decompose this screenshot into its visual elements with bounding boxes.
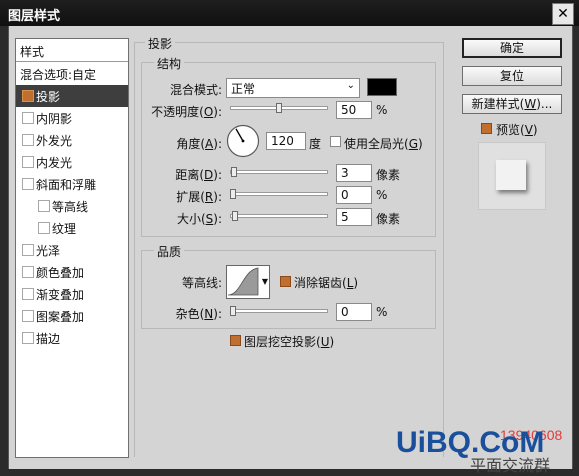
opacity-input[interactable]: 50 [336, 101, 372, 119]
noise-slider-track[interactable] [230, 309, 328, 313]
size-unit: 像素 [376, 212, 401, 226]
style-item-label: 光泽 [36, 244, 61, 258]
opacity-label: 不透明度(O): [151, 105, 222, 119]
styles-panel-header[interactable]: 样式 [16, 39, 128, 62]
chevron-down-icon: ⌄ [346, 80, 355, 91]
style-item[interactable]: 描边 [16, 327, 128, 349]
style-item-checkbox[interactable] [22, 112, 34, 124]
style-item-label: 混合选项:自定 [20, 68, 97, 82]
style-item-label: 颜色叠加 [36, 266, 85, 280]
angle-input[interactable]: 120 [266, 132, 306, 150]
noise-input[interactable]: 0 [336, 303, 372, 321]
spread-label: 扩展(R): [176, 190, 222, 204]
style-item[interactable]: 光泽 [16, 239, 128, 261]
knockout-label: 图层挖空投影(U) [244, 335, 335, 349]
noise-slider-thumb[interactable] [230, 306, 236, 316]
style-item-checkbox[interactable] [22, 288, 34, 300]
spread-unit: % [376, 188, 388, 202]
reset-button[interactable]: 复位 [462, 66, 562, 86]
shadow-color-swatch[interactable] [367, 78, 397, 96]
anti-alias-checkbox[interactable] [280, 276, 291, 287]
drop-shadow-title: 投影 [145, 35, 176, 52]
new-style-button[interactable]: 新建样式(W)... [462, 94, 562, 114]
style-item-label: 图案叠加 [36, 310, 85, 324]
size-slider-thumb[interactable] [231, 211, 238, 221]
spread-input[interactable]: 0 [336, 186, 372, 204]
blend-mode-label: 混合模式: [169, 83, 222, 97]
style-item-checkbox[interactable] [22, 310, 34, 322]
title-bar: 图层样式 ✕ [0, 0, 579, 26]
knockout-checkbox[interactable] [230, 335, 241, 346]
structure-title: 结构 [154, 55, 185, 72]
contour-label: 等高线: [181, 276, 222, 290]
close-button[interactable]: ✕ [552, 3, 574, 25]
distance-unit: 像素 [376, 168, 401, 182]
noise-label: 杂色(N): [175, 307, 222, 321]
distance-slider-track[interactable] [230, 170, 328, 174]
anti-alias-label: 消除锯齿(L) [294, 276, 359, 290]
preview-thumbnail [478, 142, 546, 210]
style-item-checkbox[interactable] [22, 244, 34, 256]
style-item-label: 渐变叠加 [36, 288, 85, 302]
style-item-label: 斜面和浮雕 [36, 178, 97, 192]
quality-title: 品质 [154, 243, 185, 260]
noise-unit: % [376, 305, 388, 319]
styles-header-label: 样式 [20, 45, 45, 59]
style-item[interactable]: 颜色叠加 [16, 261, 128, 283]
style-item-label: 描边 [36, 332, 61, 346]
style-item-label: 纹理 [52, 222, 77, 236]
opacity-unit: % [376, 103, 388, 117]
watermark-tail: 平面交流群 [470, 458, 551, 475]
style-item-label: 内阴影 [36, 112, 73, 126]
style-item[interactable]: 等高线 [16, 195, 128, 217]
preview-label: 预览(V) [496, 123, 538, 137]
ok-button[interactable]: 确定 [462, 38, 562, 58]
window-title: 图层样式 [8, 9, 61, 24]
style-item-checkbox[interactable] [22, 156, 34, 168]
blend-mode-select[interactable]: 正常 ⌄ [226, 78, 360, 98]
style-item-checkbox[interactable] [38, 222, 50, 234]
style-item[interactable]: 斜面和浮雕 [16, 173, 128, 195]
distance-slider-thumb[interactable] [231, 167, 238, 177]
style-item[interactable]: 内阴影 [16, 107, 128, 129]
style-item[interactable]: 图案叠加 [16, 305, 128, 327]
style-item-label: 等高线 [52, 200, 89, 214]
chevron-down-icon: ▼ [261, 277, 268, 286]
style-item[interactable]: 外发光 [16, 129, 128, 151]
angle-label: 角度(A): [176, 137, 222, 151]
distance-input[interactable]: 3 [336, 164, 372, 182]
spread-slider-track[interactable] [230, 192, 328, 196]
global-light-label: 使用全局光(G) [344, 137, 423, 151]
global-light-checkbox[interactable] [330, 136, 341, 147]
styles-panel: 样式 混合选项:自定投影内阴影外发光内发光斜面和浮雕等高线纹理光泽颜色叠加渐变叠… [15, 38, 129, 458]
size-slider-track[interactable] [230, 214, 328, 218]
style-item-checkbox[interactable] [22, 266, 34, 278]
style-item[interactable]: 渐变叠加 [16, 283, 128, 305]
style-item-checkbox[interactable] [22, 178, 34, 190]
close-icon: ✕ [557, 6, 569, 22]
preview-swatch [496, 160, 526, 190]
style-item-label: 外发光 [36, 134, 73, 148]
style-item-checkbox[interactable] [22, 90, 34, 102]
angle-dial[interactable] [226, 124, 260, 158]
opacity-slider-thumb[interactable] [276, 103, 282, 113]
size-label: 大小(S): [176, 212, 222, 226]
preview-checkbox[interactable] [481, 123, 492, 134]
style-item-checkbox[interactable] [22, 134, 34, 146]
spread-slider-thumb[interactable] [230, 189, 236, 199]
style-item-checkbox[interactable] [38, 200, 50, 212]
contour-curve-icon [227, 267, 259, 296]
blend-mode-value: 正常 [231, 82, 256, 96]
style-item[interactable]: 纹理 [16, 217, 128, 239]
angle-unit: 度 [309, 137, 322, 151]
style-item-label: 投影 [36, 90, 61, 104]
distance-label: 距离(D): [175, 168, 222, 182]
style-item-checkbox[interactable] [22, 332, 34, 344]
contour-picker[interactable]: ▼ [226, 265, 270, 299]
style-item-label: 内发光 [36, 156, 73, 170]
style-item[interactable]: 混合选项:自定 [16, 63, 128, 85]
size-input[interactable]: 5 [336, 208, 372, 226]
style-item[interactable]: 投影 [16, 85, 128, 107]
style-item[interactable]: 内发光 [16, 151, 128, 173]
